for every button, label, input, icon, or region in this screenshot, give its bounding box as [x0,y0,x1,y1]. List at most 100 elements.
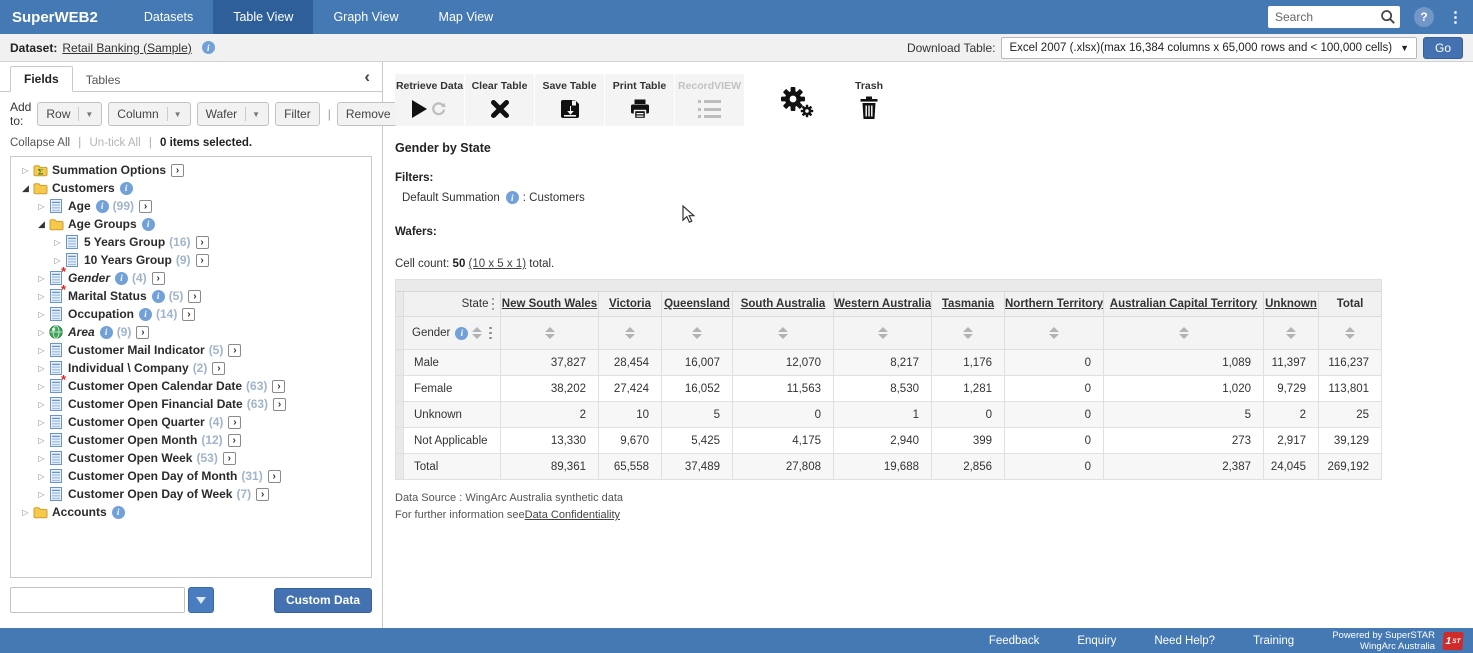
expand-node-icon[interactable]: ▷ [35,418,48,427]
cell-menu-icon[interactable] [486,326,495,341]
clear-table-button[interactable]: Clear Table [465,74,534,126]
chevron-down-icon[interactable]: ▼ [78,107,93,121]
save-table-button[interactable]: Save Table [535,74,604,126]
sort-toggle-icon[interactable] [692,327,702,339]
footer-training-link[interactable]: Training [1253,635,1294,647]
info-icon[interactable]: i [142,218,155,231]
expand-node-icon[interactable]: ▷ [35,202,48,211]
field-quick-add-button[interactable]: › [273,398,286,411]
column-header-link[interactable]: Australian Capital Territory [1110,298,1257,310]
field-quick-add-button[interactable]: › [196,254,209,267]
tree-item-customers[interactable]: ◢Customersi [11,179,371,197]
field-quick-add-button[interactable]: › [268,470,281,483]
footer-need-help-link[interactable]: Need Help? [1154,635,1215,647]
tree-item-accounts[interactable]: ▷Accountsi [11,503,371,521]
tree-item-5-years-group[interactable]: ▷5 Years Group(16)› [11,233,371,251]
field-quick-add-button[interactable]: › [212,362,225,375]
collapse-node-icon[interactable]: ◢ [19,183,32,194]
summation-info-icon[interactable]: i [506,191,519,204]
sort-toggle-icon[interactable] [778,327,788,339]
field-quick-add-button[interactable]: › [188,290,201,303]
column-dimension-header[interactable]: State [404,292,501,317]
tree-item-area[interactable]: ▷Areai(9)› [11,323,371,341]
nav-datasets[interactable]: Datasets [124,0,213,34]
field-quick-add-button[interactable]: › [182,308,195,321]
add-to-column-button[interactable]: Column▼ [108,102,190,126]
dataset-info-icon[interactable]: i [202,41,215,54]
info-icon[interactable]: i [152,290,165,303]
tree-item-customer-open-day-of-month[interactable]: ▷Customer Open Day of Month(31)› [11,467,371,485]
print-table-button[interactable]: Print Table [605,74,674,126]
field-quick-add-button[interactable]: › [136,326,149,339]
expand-node-icon[interactable]: ▷ [35,490,48,499]
column-header-link[interactable]: Queensland [664,298,730,310]
tree-item-summation-options[interactable]: ▷ΣSummation Options› [11,161,371,179]
expand-node-icon[interactable]: ▷ [35,472,48,481]
untick-all-link[interactable]: Un-tick All [90,137,141,149]
sort-toggle-icon[interactable] [963,327,973,339]
cell-menu-icon[interactable] [489,297,498,312]
field-quick-add-button[interactable]: › [256,488,269,501]
expand-node-icon[interactable]: ▷ [35,310,48,319]
gender-info-icon[interactable]: i [455,327,468,340]
search-input[interactable] [1268,7,1374,27]
tree-item-customer-open-quarter[interactable]: ▷Customer Open Quarter(4)› [11,413,371,431]
nav-table-view[interactable]: Table View [213,0,313,34]
column-header-link[interactable]: Northern Territory [1005,298,1103,310]
tree-item-customer-open-financial-date[interactable]: ▷Customer Open Financial Date(63)› [11,395,371,413]
tree-item-customer-open-week[interactable]: ▷Customer Open Week(53)› [11,449,371,467]
expand-node-icon[interactable]: ▷ [19,166,32,175]
expand-node-icon[interactable]: ▷ [35,436,48,445]
column-header-link[interactable]: Western Australia [834,298,931,310]
sort-toggle-icon[interactable] [1286,327,1296,339]
sort-toggle-icon[interactable] [1049,327,1059,339]
sort-toggle-icon[interactable] [878,327,888,339]
tree-item-customer-open-calendar-date[interactable]: ▷*Customer Open Calendar Date(63)› [11,377,371,395]
tree-item-age[interactable]: ▷Agei(99)› [11,197,371,215]
expand-node-icon[interactable]: ▷ [35,400,48,409]
field-quick-add-button[interactable]: › [272,380,285,393]
field-quick-add-button[interactable]: › [152,272,165,285]
field-quick-add-button[interactable]: › [196,236,209,249]
chevron-down-icon[interactable]: ▼ [167,107,182,121]
info-icon[interactable]: i [120,182,133,195]
tree-item-occupation[interactable]: ▷Occupationi(14)› [11,305,371,323]
tree-item-customer-open-day-of-week[interactable]: ▷Customer Open Day of Week(7)› [11,485,371,503]
expand-node-icon[interactable]: ▷ [35,382,48,391]
info-icon[interactable]: i [115,272,128,285]
search-icon[interactable] [1380,9,1396,30]
info-icon[interactable]: i [112,506,125,519]
row-dimension-header[interactable]: Genderi [404,317,501,350]
sort-toggle-icon[interactable] [545,327,555,339]
field-filter-input[interactable] [10,587,185,613]
field-quick-add-button[interactable]: › [139,200,152,213]
custom-data-button[interactable]: Custom Data [274,588,372,613]
overflow-menu-icon[interactable]: ⋮ [1448,8,1463,26]
data-confidentiality-link[interactable]: Data Confidentiality [525,509,620,521]
footer-feedback-link[interactable]: Feedback [989,635,1040,647]
trash-button[interactable]: Trash [855,74,883,120]
field-quick-add-button[interactable]: › [228,344,241,357]
field-quick-add-button[interactable]: › [228,434,241,447]
help-icon[interactable]: ? [1414,7,1434,27]
dataset-name-link[interactable]: Retail Banking (Sample) [62,41,191,55]
recordview-button[interactable]: RecordVIEW [675,74,744,126]
add-to-row-button[interactable]: Row▼ [37,102,102,126]
add-to-filter-button[interactable]: Filter [275,102,320,126]
column-header-link[interactable]: South Australia [741,298,826,310]
field-quick-add-button[interactable]: › [223,452,236,465]
tree-item-age-groups[interactable]: ◢Age Groupsi [11,215,371,233]
expand-node-icon[interactable]: ▷ [35,346,48,355]
sort-toggle-icon[interactable] [625,327,635,339]
column-header-link[interactable]: Unknown [1265,298,1317,310]
expand-node-icon[interactable]: ▷ [19,508,32,517]
sort-toggle-icon[interactable] [1179,327,1189,339]
nav-map-view[interactable]: Map View [419,0,514,34]
expand-node-icon[interactable]: ▷ [35,274,48,283]
download-go-button[interactable]: Go [1423,37,1463,59]
tab-fields[interactable]: Fields [10,66,73,92]
footer-enquiry-link[interactable]: Enquiry [1077,635,1116,647]
column-header-link[interactable]: Victoria [609,298,651,310]
sort-toggle-icon[interactable] [1345,327,1355,339]
info-icon[interactable]: i [96,200,109,213]
